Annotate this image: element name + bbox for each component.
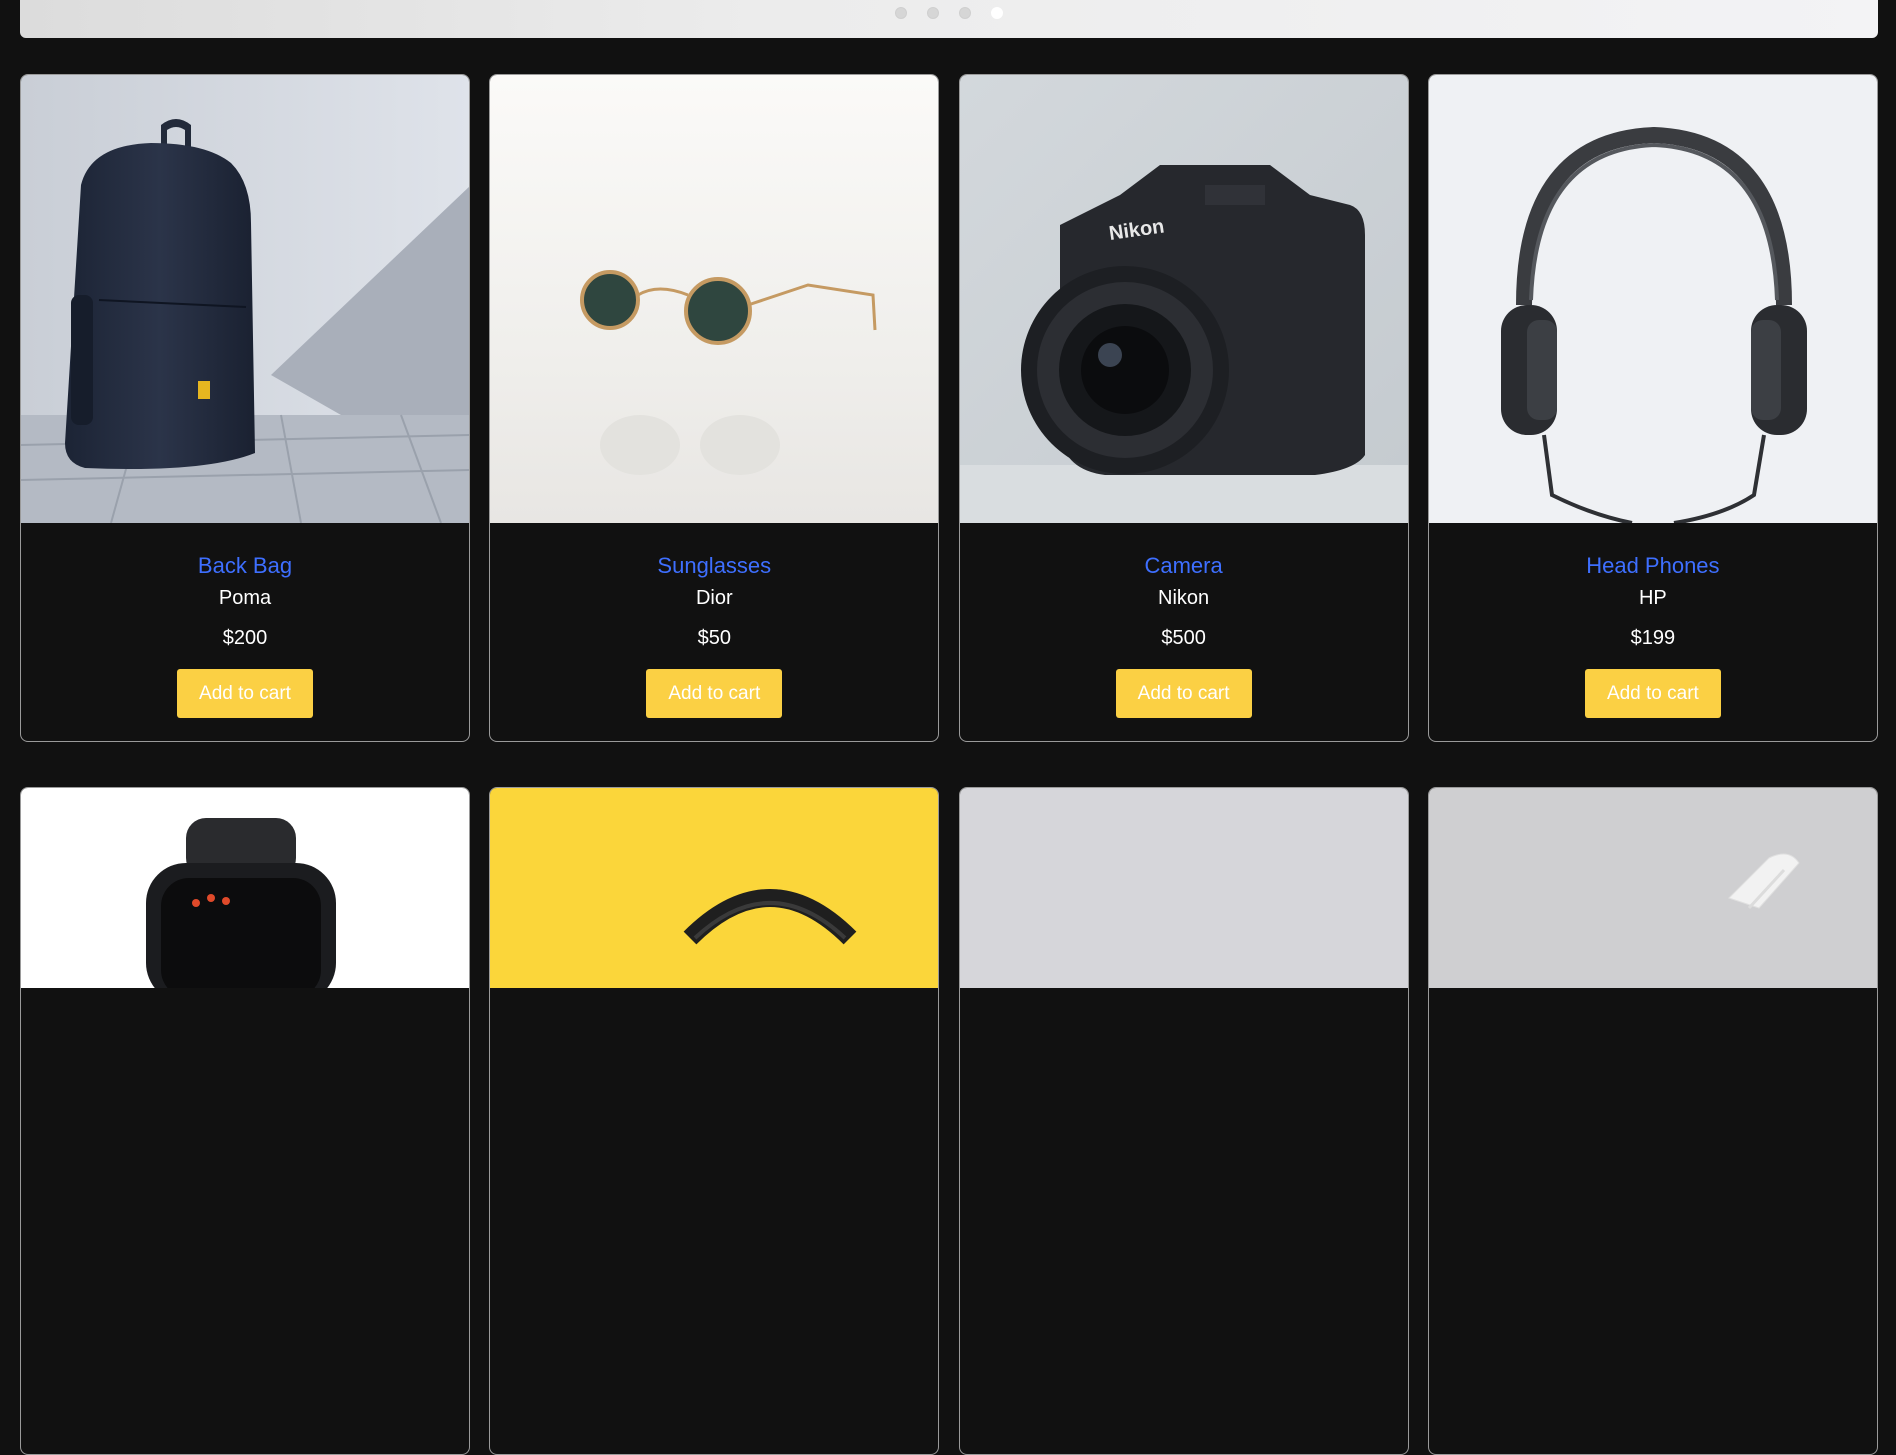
product-name-link[interactable]: Sunglasses	[490, 553, 938, 579]
carousel-dot-1[interactable]	[895, 7, 907, 19]
product-brand: Dior	[695, 587, 733, 609]
grey-product-image[interactable]	[959, 788, 1408, 1236]
hero-carousel	[20, 0, 1878, 38]
product-card: Back Bag Poma $200 Add to cart	[20, 74, 470, 742]
product-name-link[interactable]: Head Phones	[1429, 553, 1877, 579]
smartwatch-image[interactable]	[21, 788, 469, 1236]
product-card	[489, 787, 940, 1455]
add-to-cart-button[interactable]: Add to cart	[1584, 669, 1721, 718]
yellow-headphones-image[interactable]	[490, 788, 939, 1236]
product-price: $50	[697, 627, 731, 649]
product-card: Head Phones HP $199 Add to cart	[1427, 74, 1878, 742]
product-price: $199	[1630, 627, 1676, 649]
add-to-cart-button[interactable]: Add to cart	[1115, 669, 1252, 718]
product-name-link[interactable]: Back Bag	[21, 553, 469, 579]
backpack-image[interactable]	[21, 75, 469, 523]
product-card	[1427, 787, 1878, 1455]
carousel-dot-4[interactable]	[991, 7, 1003, 19]
product-price: $500	[1161, 627, 1206, 649]
product-brand: HP	[1638, 587, 1667, 609]
product-brand: Poma	[218, 587, 272, 609]
product-grid: Back Bag Poma $200 Add to cart Sunglasse…	[20, 74, 1878, 1455]
add-to-cart-button[interactable]: Add to cart	[646, 669, 783, 718]
product-card: Sunglasses Dior $50 Add to cart	[489, 74, 940, 742]
carousel-dots	[20, 7, 1878, 19]
product-card	[958, 787, 1409, 1455]
carousel-dot-3[interactable]	[959, 7, 971, 19]
headphones-image[interactable]	[1428, 75, 1877, 523]
carousel-dot-2[interactable]	[927, 7, 939, 19]
product-brand: Nikon	[1158, 587, 1210, 609]
product-card: Nikon Camera Nikon $500 Add to cart	[958, 74, 1409, 742]
camera-image[interactable]: Nikon	[959, 75, 1408, 523]
product-name-link[interactable]: Camera	[960, 553, 1408, 579]
add-to-cart-button[interactable]: Add to cart	[177, 669, 313, 718]
product-price: $200	[222, 627, 268, 649]
white-strap-image[interactable]	[1428, 788, 1877, 1236]
product-card	[20, 787, 470, 1455]
sunglasses-image[interactable]	[490, 75, 939, 523]
